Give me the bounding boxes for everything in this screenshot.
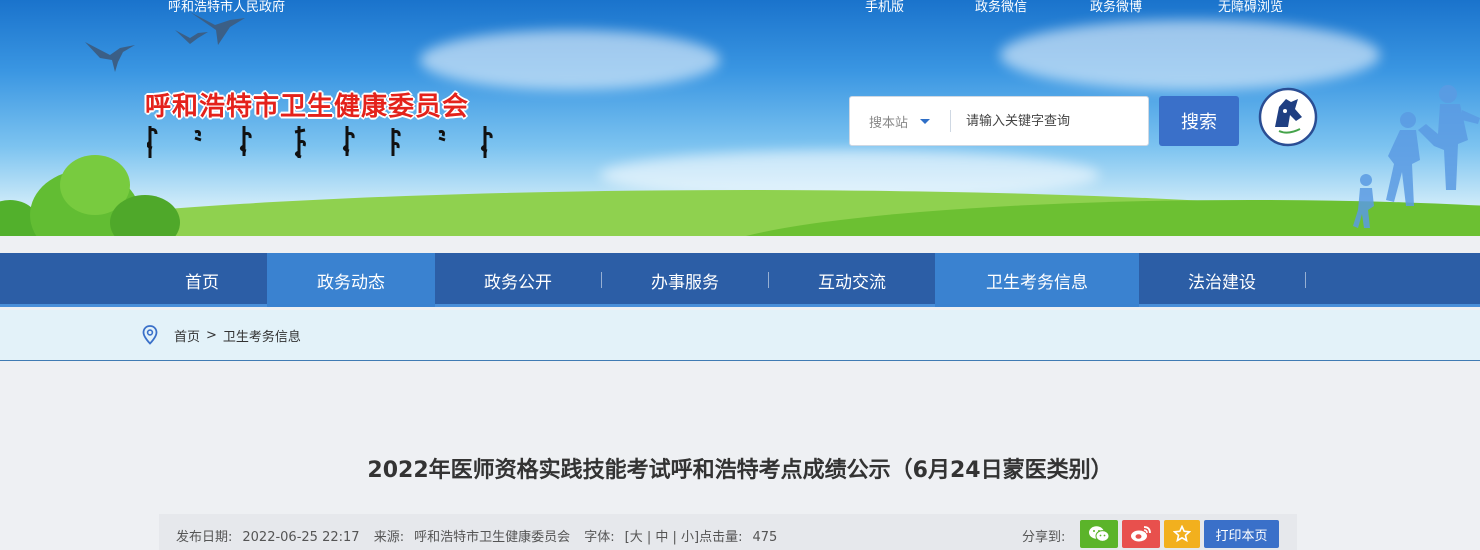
- cloud-decoration: [1000, 20, 1380, 90]
- weibo-icon: [1131, 526, 1151, 542]
- share-favorite-button[interactable]: [1164, 520, 1200, 548]
- breadcrumb: 首页 > 卫生考务信息: [142, 325, 301, 345]
- caret-down-icon: [920, 118, 931, 124]
- nav-item-interaction[interactable]: 互动交流: [769, 253, 935, 307]
- nav-item-services[interactable]: 办事服务: [602, 253, 768, 307]
- nav-divider: [1305, 272, 1306, 288]
- emblem-logo[interactable]: [1258, 87, 1318, 147]
- running-children-decoration: [1353, 85, 1480, 228]
- nav-item-legal[interactable]: 法治建设: [1139, 253, 1305, 307]
- site-title: 呼和浩特市卫生健康委员会: [145, 92, 470, 122]
- breadcrumb-bar: 首页 > 卫生考务信息: [0, 310, 1480, 361]
- article-meta: 发布日期: 2022-06-25 22:17 来源: 呼和浩特市卫生健康委员会 字体…: [176, 526, 787, 545]
- hits-label: 点击量:: [699, 530, 743, 545]
- nav-item-home[interactable]: 首页: [137, 253, 267, 307]
- accessibility-link[interactable]: 无障碍浏览: [1218, 0, 1283, 15]
- wechat-icon: [1089, 526, 1110, 542]
- share-weibo-button[interactable]: [1122, 520, 1160, 548]
- search-scope-select[interactable]: 搜本站: [850, 97, 950, 145]
- header-banner: 呼和浩特市人民政府 手机版 政务微信 政务微博 无障碍浏览 呼和浩特市卫生健康委…: [0, 0, 1480, 236]
- article-title: 2022年医师资格实践技能考试呼和浩特考点成绩公示（6月24日蒙医类别）: [367, 458, 1113, 483]
- mongolian-script-logo: [147, 126, 493, 159]
- mobile-link[interactable]: 手机版: [865, 0, 904, 15]
- publish-date: 2022-06-25 22:17: [242, 530, 360, 545]
- breadcrumb-current-link[interactable]: 卫生考务信息: [223, 326, 301, 345]
- nav-item-gov-open[interactable]: 政务公开: [435, 253, 601, 307]
- font-size-switcher[interactable]: [大 | 中 | 小]: [625, 530, 699, 545]
- nav-item-news[interactable]: 政务动态: [267, 253, 435, 307]
- search-box: 搜本站: [849, 96, 1149, 146]
- main-nav: 首页 政务动态 政务公开 办事服务 互动交流 卫生考务信息 法治建设: [0, 253, 1480, 307]
- search-input[interactable]: [951, 97, 1148, 145]
- source-label: 来源:: [373, 530, 405, 545]
- search-button[interactable]: 搜索: [1159, 96, 1239, 146]
- article-meta-bar: 发布日期: 2022-06-25 22:17 来源: 呼和浩特市卫生健康委员会 字体…: [159, 514, 1297, 550]
- wechat-link[interactable]: 政务微信: [975, 0, 1027, 15]
- breadcrumb-home-link[interactable]: 首页: [174, 326, 200, 345]
- nav-item-exam-info[interactable]: 卫生考务信息: [935, 253, 1139, 307]
- bush-decoration: [110, 195, 180, 236]
- publish-date-label: 发布日期:: [176, 530, 233, 545]
- location-pin-icon: [142, 325, 158, 345]
- cloud-decoration: [420, 30, 720, 90]
- breadcrumb-separator: >: [206, 327, 217, 343]
- print-button[interactable]: 打印本页: [1204, 520, 1279, 548]
- source-value: 呼和浩特市卫生健康委员会: [414, 530, 571, 545]
- weibo-link[interactable]: 政务微博: [1090, 0, 1142, 15]
- search-scope-label: 搜本站: [869, 115, 909, 131]
- star-icon: [1173, 525, 1191, 543]
- hits-count: 475: [752, 530, 778, 545]
- font-size-label: 字体:: [584, 530, 615, 545]
- top-left-text[interactable]: 呼和浩特市人民政府: [168, 0, 285, 15]
- share-wechat-button[interactable]: [1080, 520, 1118, 548]
- share-label: 分享到:: [1022, 530, 1066, 545]
